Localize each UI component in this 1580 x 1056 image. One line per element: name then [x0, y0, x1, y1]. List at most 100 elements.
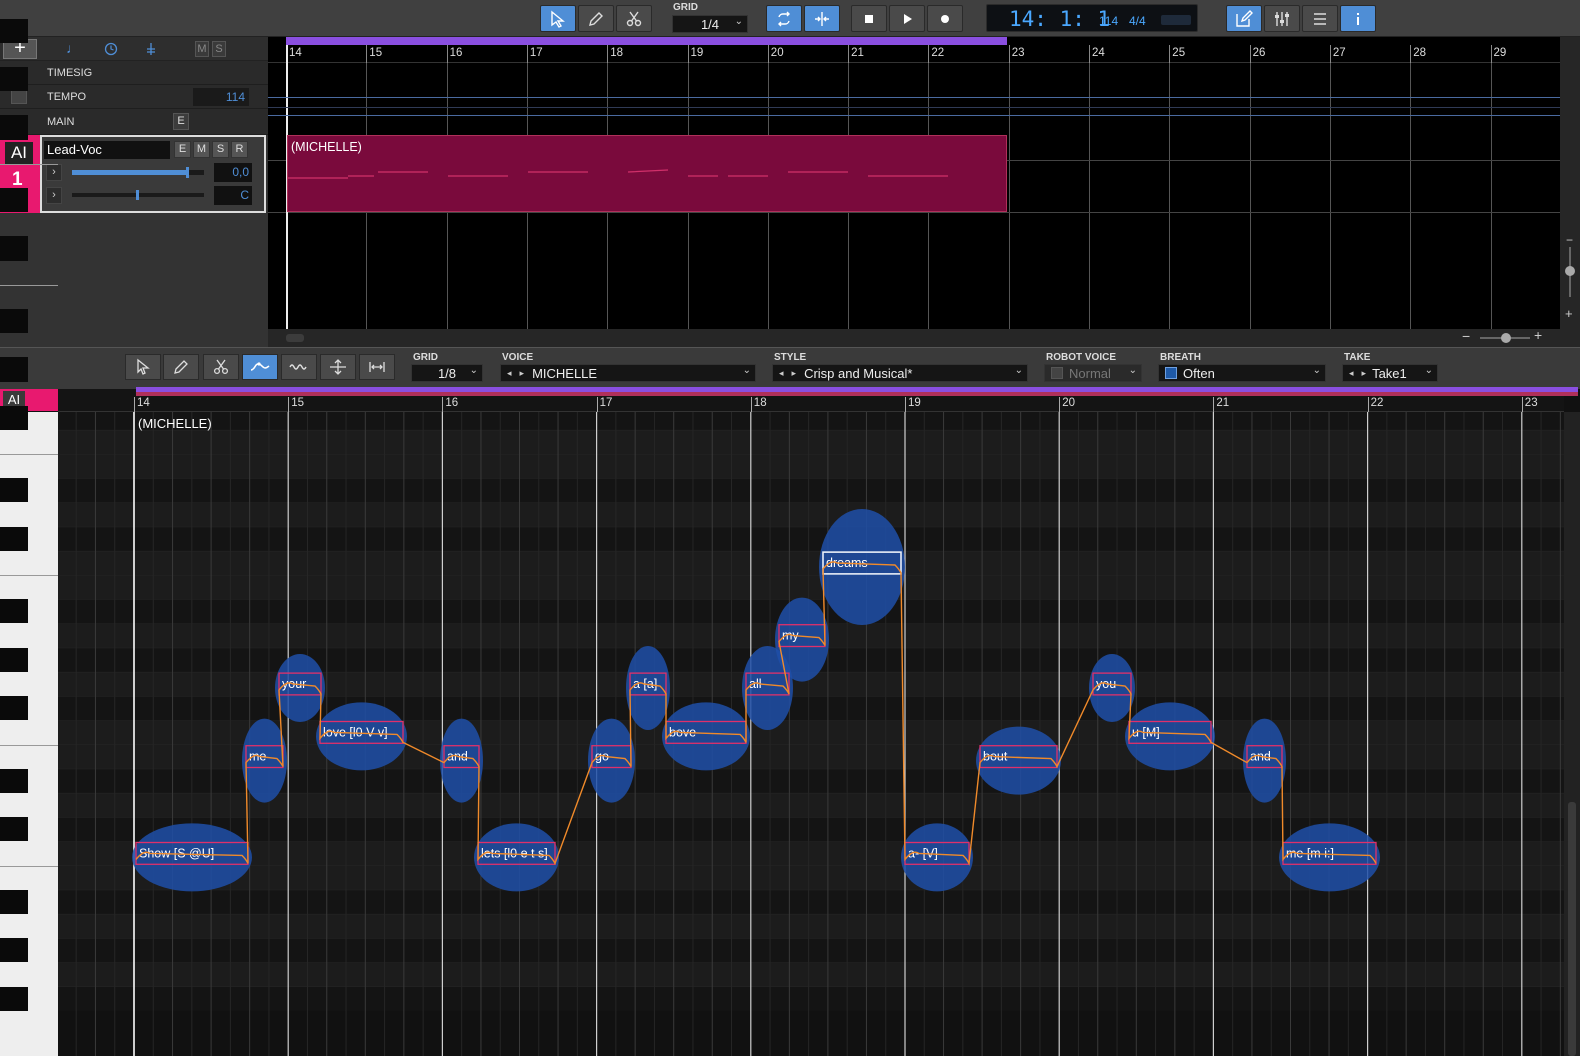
- editor-vscroll-thumb[interactable]: [1568, 802, 1576, 1056]
- edit-view-button[interactable]: [1226, 5, 1262, 32]
- robot-voice-checkbox[interactable]: [1051, 367, 1063, 379]
- piano-roll-grid[interactable]: Show [S @U]meyourlove [l0 V v]andlets [l…: [58, 412, 1564, 1056]
- grid-select[interactable]: 1/4 ⌄: [672, 15, 748, 33]
- editor-ruler[interactable]: 14 15 16 17 18 19 20 21 22 23: [58, 387, 1578, 412]
- black-key[interactable]: [0, 405, 28, 430]
- zoom-out-icon[interactable]: −: [1462, 328, 1470, 344]
- tempo-checkbox[interactable]: [11, 90, 27, 104]
- robot-voice-select[interactable]: Normal ⌄: [1044, 364, 1142, 382]
- black-key[interactable]: [0, 236, 28, 261]
- note-icon[interactable]: ♩: [66, 40, 80, 56]
- track-name-field[interactable]: Lead-Voc: [44, 141, 170, 159]
- scissors-tool-button[interactable]: [616, 5, 652, 32]
- black-key[interactable]: [0, 66, 28, 92]
- black-key[interactable]: [0, 18, 28, 43]
- main-track[interactable]: MAIN E: [0, 109, 268, 135]
- tempo-track[interactable]: TEMPO 114: [0, 85, 268, 109]
- arrow-tool-button[interactable]: [540, 5, 576, 32]
- arrange-view[interactable]: 14 15 16 17 18 19 20 21 22 23 24 25 26 27 28 29 (MICHEL…: [268, 37, 1560, 347]
- tempo-value-field[interactable]: 114: [193, 88, 249, 106]
- editor-bar-tick: [905, 397, 906, 412]
- expand-volume-icon[interactable]: ›: [46, 164, 62, 181]
- loop-range-bar[interactable]: [286, 37, 1007, 45]
- black-key[interactable]: [0, 889, 28, 914]
- editor-arrow-tool[interactable]: [125, 354, 161, 380]
- browser-button[interactable]: [1302, 5, 1338, 32]
- vzoom-out-icon[interactable]: −: [1566, 233, 1573, 247]
- vzoom-in-icon[interactable]: +: [1565, 306, 1573, 321]
- editor-vscroll[interactable]: [1564, 412, 1580, 1056]
- prev-style-icon[interactable]: ◂: [779, 368, 784, 379]
- mixer-button[interactable]: [1264, 5, 1300, 32]
- arrange-hscroll-thumb[interactable]: [286, 334, 304, 342]
- black-key[interactable]: [0, 938, 28, 963]
- pan-value-field[interactable]: C: [214, 186, 252, 205]
- take-select[interactable]: ◂ ▸ Take1 ⌄: [1342, 364, 1438, 382]
- clock-icon[interactable]: [104, 42, 118, 56]
- prev-take-icon[interactable]: ◂: [1349, 368, 1354, 379]
- black-key[interactable]: [0, 768, 28, 793]
- play-button[interactable]: [889, 5, 925, 32]
- arrange-vscroll[interactable]: − +: [1560, 37, 1580, 347]
- black-key[interactable]: [0, 478, 28, 503]
- record-button[interactable]: [927, 5, 963, 32]
- black-key[interactable]: [0, 696, 28, 721]
- volume-value-field[interactable]: 0,0: [214, 163, 252, 182]
- volume-handle[interactable]: [186, 167, 189, 178]
- track-solo-button[interactable]: S: [212, 141, 229, 158]
- zoom-in-icon[interactable]: +: [1534, 327, 1542, 343]
- pitch-curve-tool[interactable]: [242, 354, 278, 380]
- pencil-tool-button[interactable]: [578, 5, 614, 32]
- track-header-lead-voc[interactable]: Lead-Voc E M S R › 0,0 › C: [40, 135, 266, 213]
- volume-slider[interactable]: [72, 167, 204, 178]
- stop-button[interactable]: [851, 5, 887, 32]
- timesig-track[interactable]: TIMESIG: [0, 61, 268, 85]
- prev-voice-icon[interactable]: ◂: [507, 368, 512, 379]
- editor-scissors-tool[interactable]: [203, 354, 239, 380]
- next-voice-icon[interactable]: ▸: [520, 368, 525, 379]
- vzoom-handle[interactable]: [1565, 266, 1575, 276]
- arrange-bar-number: 29: [1493, 47, 1507, 59]
- main-edit-button[interactable]: E: [173, 113, 189, 130]
- black-key[interactable]: [0, 357, 28, 382]
- robot-voice-value: Normal: [1069, 365, 1111, 381]
- loop-button[interactable]: [766, 5, 802, 32]
- pencil-icon: [589, 11, 603, 26]
- track-record-button[interactable]: R: [231, 141, 248, 158]
- black-key[interactable]: [0, 115, 28, 140]
- track-edit-button[interactable]: E: [174, 141, 191, 158]
- expand-pan-icon[interactable]: ›: [46, 187, 62, 204]
- pan-slider[interactable]: [72, 190, 204, 200]
- timing-tool[interactable]: [359, 354, 395, 380]
- global-mute-button[interactable]: M: [195, 41, 209, 57]
- breath-select[interactable]: Often ⌄: [1158, 364, 1326, 382]
- audio-clip[interactable]: (MICHELLE): [287, 135, 1007, 212]
- punch-button[interactable]: [804, 5, 840, 32]
- black-key[interactable]: [0, 526, 28, 551]
- info-button[interactable]: [1340, 5, 1376, 32]
- zoom-handle[interactable]: [1501, 333, 1511, 343]
- black-key[interactable]: [0, 599, 28, 624]
- editor-grid-select[interactable]: 1/8 ⌄: [411, 364, 483, 382]
- arrange-ruler[interactable]: 14 15 16 17 18 19 20 21 22 23 24 25 26 27 28 29: [268, 45, 1560, 63]
- pan-handle[interactable]: [136, 190, 139, 200]
- global-solo-button[interactable]: S: [212, 41, 226, 57]
- editor-pencil-tool[interactable]: [163, 354, 199, 380]
- next-take-icon[interactable]: ▸: [1362, 368, 1367, 379]
- tuner-icon[interactable]: [144, 42, 158, 56]
- voice-editor[interactable]: AI 14 15 16 17 18 19 20 21 22 23 Show [S @U] me you…: [0, 18, 1580, 1056]
- breath-checkbox[interactable]: [1165, 367, 1177, 379]
- black-key[interactable]: [0, 817, 28, 842]
- black-key[interactable]: [0, 647, 28, 672]
- piano-keyboard[interactable]: [0, 18, 58, 1056]
- black-key[interactable]: [0, 986, 28, 1011]
- track-mute-button[interactable]: M: [193, 141, 210, 158]
- style-select[interactable]: ◂ ▸ Crisp and Musical* ⌄: [772, 364, 1028, 382]
- black-key[interactable]: [0, 308, 28, 334]
- arrange-hscroll[interactable]: − +: [268, 327, 1560, 347]
- dynamics-tool[interactable]: [320, 354, 356, 380]
- next-style-icon[interactable]: ▸: [792, 368, 797, 379]
- voice-select[interactable]: ◂ ▸ MICHELLE ⌄: [500, 364, 756, 382]
- vibrato-tool[interactable]: [281, 354, 317, 380]
- black-key[interactable]: [0, 187, 28, 213]
